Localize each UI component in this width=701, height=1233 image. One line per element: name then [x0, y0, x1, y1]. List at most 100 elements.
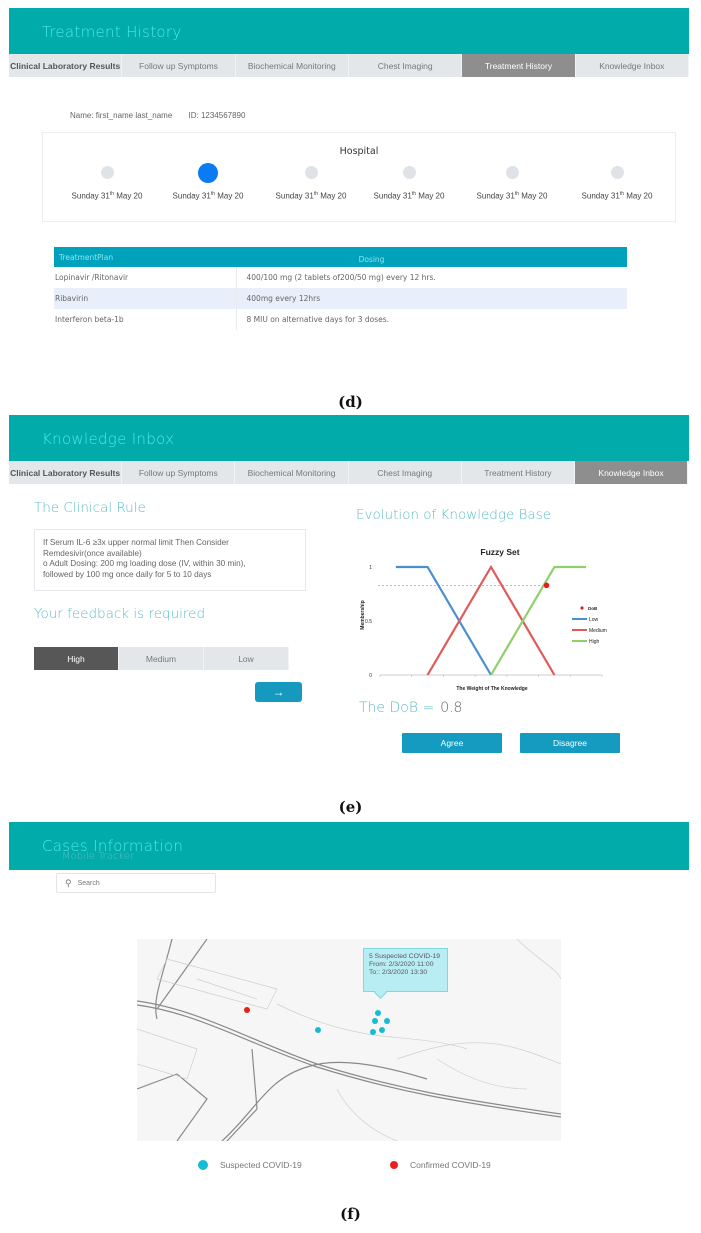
search-icon: ⚲ — [65, 877, 72, 888]
road — [137, 1073, 208, 1141]
legend-label-medium: Medium — [589, 628, 607, 634]
treatment-cell: Interferon beta-1b — [55, 315, 124, 324]
timeline-dot[interactable] — [100, 166, 114, 179]
next-button[interactable]: → — [255, 682, 302, 702]
series-line-low — [395, 565, 492, 676]
rule-line: followed by 100 mg once daily for 5 to 1… — [43, 569, 212, 579]
tab-chest-imaging[interactable]: Chest Imaging — [349, 461, 462, 484]
timeline-item[interactable]: Sunday 31th May 20 — [158, 163, 258, 201]
arrow-right-icon: → — [272, 685, 285, 699]
tooltip-line: 5 Suspected COVID-19 — [369, 953, 441, 960]
x-axis-label: The Weight of The Knowledge — [456, 686, 528, 692]
patient-id: ID: 1234567890 — [188, 111, 246, 120]
timeline-item[interactable]: Sunday 31th May 20 — [567, 163, 667, 201]
dob-readout: The DoB = 0.8 — [359, 700, 462, 716]
feedback-low-button[interactable]: Low — [204, 647, 289, 670]
agree-button[interactable]: Agree — [402, 733, 502, 753]
series-line-high — [490, 565, 587, 676]
feedback-medium-button[interactable]: Medium — [119, 647, 204, 670]
table-row[interactable]: Ribavirin 400mg every 12hrs — [54, 288, 627, 309]
tracker-map[interactable]: 5 Suspected COVID-19 From: 2/3/2020 11:0… — [137, 939, 561, 1141]
y-tick-label: 0.5 — [365, 619, 372, 625]
timeline-item[interactable]: Sunday 31th May 20 — [462, 163, 562, 201]
suspected-case-marker[interactable] — [379, 1027, 385, 1033]
timeline-date: Sunday 31th May 20 — [172, 191, 244, 201]
rule-line: o Adult Dosing: 200 mg loading dose (IV,… — [43, 559, 246, 568]
timeline-dot[interactable] — [505, 166, 519, 179]
tab-knowledge-inbox[interactable]: Knowledge Inbox — [575, 461, 689, 484]
table-row[interactable]: Interferon beta-1b 8 MIU on alternative … — [54, 309, 627, 330]
cases-information-banner: Cases Information — [9, 822, 689, 870]
figure-caption-f: (f) — [340, 1205, 361, 1223]
block — [137, 1028, 198, 1080]
timeline-dot[interactable] — [304, 166, 318, 179]
feedback-options: High Medium Low — [34, 647, 289, 670]
tab-follow-up-symptoms[interactable]: Follow up Symptoms — [122, 461, 236, 484]
tab-spacer — [688, 461, 690, 484]
chart-title: Fuzzy Set — [480, 547, 519, 557]
tab-clinical-laboratory-results[interactable]: Clinical Laboratory Results — [9, 54, 123, 77]
coastline — [396, 1042, 561, 1065]
suspected-case-marker[interactable] — [372, 1018, 378, 1024]
tab-clinical-laboratory-results[interactable]: Clinical Laboratory Results — [9, 461, 123, 484]
tab-treatment-history[interactable]: Treatment History — [462, 54, 576, 77]
legend-label: Confirmed COVID-19 — [410, 1160, 491, 1170]
patient-info: Name: first_name last_name ID: 123456789… — [70, 111, 245, 120]
series-line-medium — [426, 564, 556, 676]
hospital-timeline: Hospital Sunday 31th May 20 Sunday 31th M… — [42, 132, 676, 222]
timeline-dot[interactable] — [610, 166, 624, 179]
treatment-cell: Ribavirin — [54, 288, 236, 309]
confirmed-dot-icon — [390, 1161, 398, 1169]
suspected-case-marker[interactable] — [315, 1027, 321, 1033]
tab-follow-up-symptoms[interactable]: Follow up Symptoms — [122, 54, 236, 77]
road — [221, 1061, 428, 1141]
search-input[interactable] — [77, 879, 198, 887]
disagree-button[interactable]: Disagree — [520, 733, 620, 753]
table-row[interactable]: Lopinavir /Ritonavir 400/100 mg (2 table… — [54, 267, 627, 288]
legend-dob-dot — [580, 606, 584, 610]
fuzzy-set-chart: Fuzzy Set Membership The Weight of The K… — [352, 535, 622, 695]
mobile-tracker-heading: Mobile Tracker — [62, 851, 135, 862]
legend-label: Suspected COVID-19 — [220, 1160, 302, 1170]
timeline-dot[interactable] — [402, 166, 416, 179]
tab-chest-imaging[interactable]: Chest Imaging — [349, 54, 463, 77]
tab-knowledge-inbox[interactable]: Knowledge Inbox — [576, 54, 689, 77]
legend-label-low: Low — [589, 617, 599, 623]
map-frame — [137, 939, 561, 1141]
dosing-cell: 8 MIU on alternative days for 3 doses. — [235, 309, 627, 330]
dosing-cell: 400mg every 12hrs — [235, 288, 627, 309]
timeline-date: Sunday 31th May 20 — [373, 191, 445, 201]
tab-biochemical-monitoring[interactable]: Biochemical Monitoring — [236, 54, 349, 77]
feedback-heading: Your feedback is required — [34, 606, 206, 622]
timeline-item[interactable]: Sunday 31th May 20 — [261, 163, 361, 201]
confirmed-case-marker[interactable] — [244, 1007, 250, 1013]
timeline-item[interactable]: Sunday 31th May 20 — [57, 163, 157, 201]
figure-caption-e: (e) — [338, 798, 363, 816]
suspected-case-marker[interactable] — [384, 1018, 390, 1024]
rule-line: Remdesivir(once available) — [43, 548, 142, 558]
timeline-item[interactable]: Sunday 31th May 20 — [359, 163, 459, 201]
legend-dob-label: DoB — [588, 606, 598, 611]
street — [436, 1058, 528, 1090]
y-tick-label: 0 — [369, 673, 372, 679]
column-header-dosing: Dosing — [236, 247, 627, 267]
timeline-dot[interactable] — [198, 163, 218, 183]
timeline-date: Sunday 31th May 20 — [476, 191, 548, 201]
legend-label-high: High — [589, 639, 600, 645]
cluster-tooltip: 5 Suspected COVID-19 From: 2/3/2020 11:0… — [363, 948, 448, 992]
suspected-case-marker[interactable] — [375, 1010, 381, 1016]
column-header-treatment-plan: TreatmentPlan — [54, 247, 236, 267]
fuzzy-set-svg: Fuzzy Set Membership The Weight of The K… — [360, 547, 607, 692]
nav-tabs-d: Clinical Laboratory Results Follow up Sy… — [9, 54, 689, 77]
tab-treatment-history[interactable]: Treatment History — [462, 461, 576, 484]
map-roads — [137, 939, 561, 1141]
block — [156, 958, 278, 1010]
road — [156, 939, 208, 1010]
tab-biochemical-monitoring[interactable]: Biochemical Monitoring — [235, 461, 349, 484]
street — [196, 978, 258, 1000]
feedback-high-button[interactable]: High — [34, 647, 119, 670]
road — [226, 1048, 258, 1141]
suspected-case-marker[interactable] — [370, 1029, 376, 1035]
patient-name: Name: first_name last_name — [70, 111, 173, 120]
search-box[interactable]: ⚲ — [56, 873, 216, 893]
